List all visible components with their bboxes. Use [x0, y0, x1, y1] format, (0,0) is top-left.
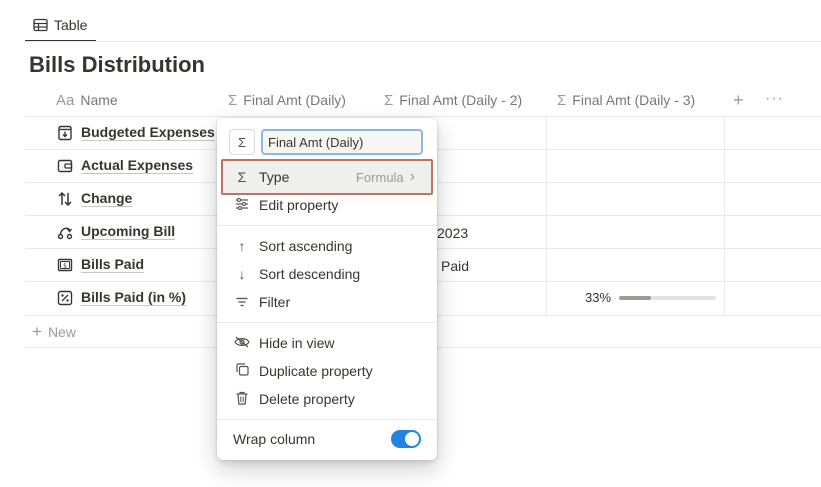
svg-text:$: $: [63, 263, 67, 270]
menu-item-filter[interactable]: Filter: [221, 288, 433, 316]
toggle-knob: [405, 432, 419, 446]
database-title[interactable]: Bills Distribution: [29, 52, 205, 78]
menu-separator: [217, 419, 437, 420]
property-icon-button[interactable]: Σ: [229, 129, 255, 155]
menu-item-hide-in-view[interactable]: Hide in view: [221, 329, 433, 357]
progress-cell[interactable]: 33%: [585, 290, 717, 305]
row-name[interactable]: Bills Paid: [81, 257, 145, 273]
more-options-icon[interactable]: ···: [765, 90, 784, 108]
progress-label: 33%: [585, 290, 612, 305]
divider: [25, 41, 821, 42]
eye-slash-icon: [233, 335, 251, 351]
menu-item-label: Delete property: [259, 391, 355, 407]
menu-separator: [217, 225, 437, 226]
cell-value[interactable]: Paid: [441, 258, 469, 274]
menu-separator: [217, 322, 437, 323]
menu-item-label: Duplicate property: [259, 363, 373, 379]
menu-item-label: Filter: [259, 294, 291, 310]
column-header-name[interactable]: Aa Name: [56, 84, 118, 116]
plus-icon: +: [32, 322, 42, 341]
menu-item-edit-property[interactable]: Edit property: [221, 191, 433, 219]
tab-label: Table: [54, 17, 88, 33]
tab-table[interactable]: Table: [25, 8, 96, 42]
row-name[interactable]: Upcoming Bill: [81, 224, 176, 240]
property-name-row: Σ: [229, 129, 423, 155]
property-menu: Σ Σ Type Formula › Edit property ↑ Sort …: [217, 118, 437, 460]
percent-icon: [57, 290, 73, 306]
menu-item-sort-ascending[interactable]: ↑ Sort ascending: [221, 232, 433, 260]
column-header-final-amt-daily-3[interactable]: Σ Final Amt (Daily - 3): [557, 84, 695, 116]
text-property-icon: Aa: [56, 91, 75, 109]
progress-bar: [619, 295, 717, 300]
sigma-icon: Σ: [237, 169, 247, 185]
column-header-final-amt-daily-2[interactable]: Σ Final Amt (Daily - 2): [384, 84, 522, 116]
wallet-icon: [57, 158, 73, 174]
row-name[interactable]: Actual Expenses: [81, 158, 194, 174]
menu-item-delete-property[interactable]: Delete property: [221, 385, 433, 413]
menu-item-label: Sort ascending: [259, 238, 353, 254]
wrap-column-toggle[interactable]: [391, 430, 421, 448]
arrow-up-icon: ↑: [238, 238, 246, 254]
row-name[interactable]: Budgeted Expenses: [81, 125, 215, 141]
arrow-down-icon: ↓: [238, 266, 246, 282]
table-header: Aa Name Σ Final Amt (Daily) Σ Final Amt …: [25, 84, 821, 116]
piggy-bank-icon: [57, 125, 73, 141]
cell-value[interactable]: 2023: [437, 225, 468, 241]
trash-icon: [233, 391, 251, 408]
table-icon: [33, 18, 48, 32]
menu-item-label: Hide in view: [259, 335, 335, 351]
filter-icon: [233, 294, 251, 310]
type-value-label: Formula: [355, 169, 404, 185]
menu-item-type[interactable]: Σ Type Formula ›: [221, 159, 433, 195]
menu-item-label: Sort descending: [259, 266, 361, 282]
menu-item-duplicate-property[interactable]: Duplicate property: [221, 357, 433, 385]
sigma-icon: Σ: [228, 91, 238, 109]
menu-item-label: Edit property: [259, 197, 339, 213]
row-name[interactable]: Bills Paid (in %): [81, 290, 187, 306]
new-row-label: New: [47, 324, 76, 340]
type-value: Formula ›: [356, 168, 415, 186]
column-header-label: Final Amt (Daily - 3): [572, 92, 696, 108]
route-icon: [57, 224, 73, 240]
column-header-label: Final Amt (Daily): [243, 92, 346, 108]
menu-item-sort-descending[interactable]: ↓ Sort descending: [221, 260, 433, 288]
duplicate-icon: [233, 363, 251, 379]
property-name-input[interactable]: [261, 129, 423, 155]
progress-fill: [619, 295, 652, 300]
chevron-right-icon: ›: [409, 168, 415, 185]
sigma-icon: Σ: [557, 91, 567, 109]
swap-arrows-icon: [57, 191, 73, 207]
menu-item-label: Type: [259, 169, 290, 185]
sigma-icon: Σ: [384, 91, 394, 109]
add-new-row-button[interactable]: + New: [32, 322, 76, 342]
row-name[interactable]: Change: [81, 191, 133, 207]
sliders-icon: [233, 197, 251, 213]
column-header-label: Name: [80, 92, 118, 108]
add-property-icon[interactable]: +: [733, 90, 744, 111]
bill-icon: $: [57, 257, 73, 273]
wrap-column-label: Wrap column: [233, 431, 316, 447]
column-header-label: Final Amt (Daily - 2): [399, 92, 523, 108]
column-header-final-amt-daily[interactable]: Σ Final Amt (Daily): [228, 84, 346, 116]
